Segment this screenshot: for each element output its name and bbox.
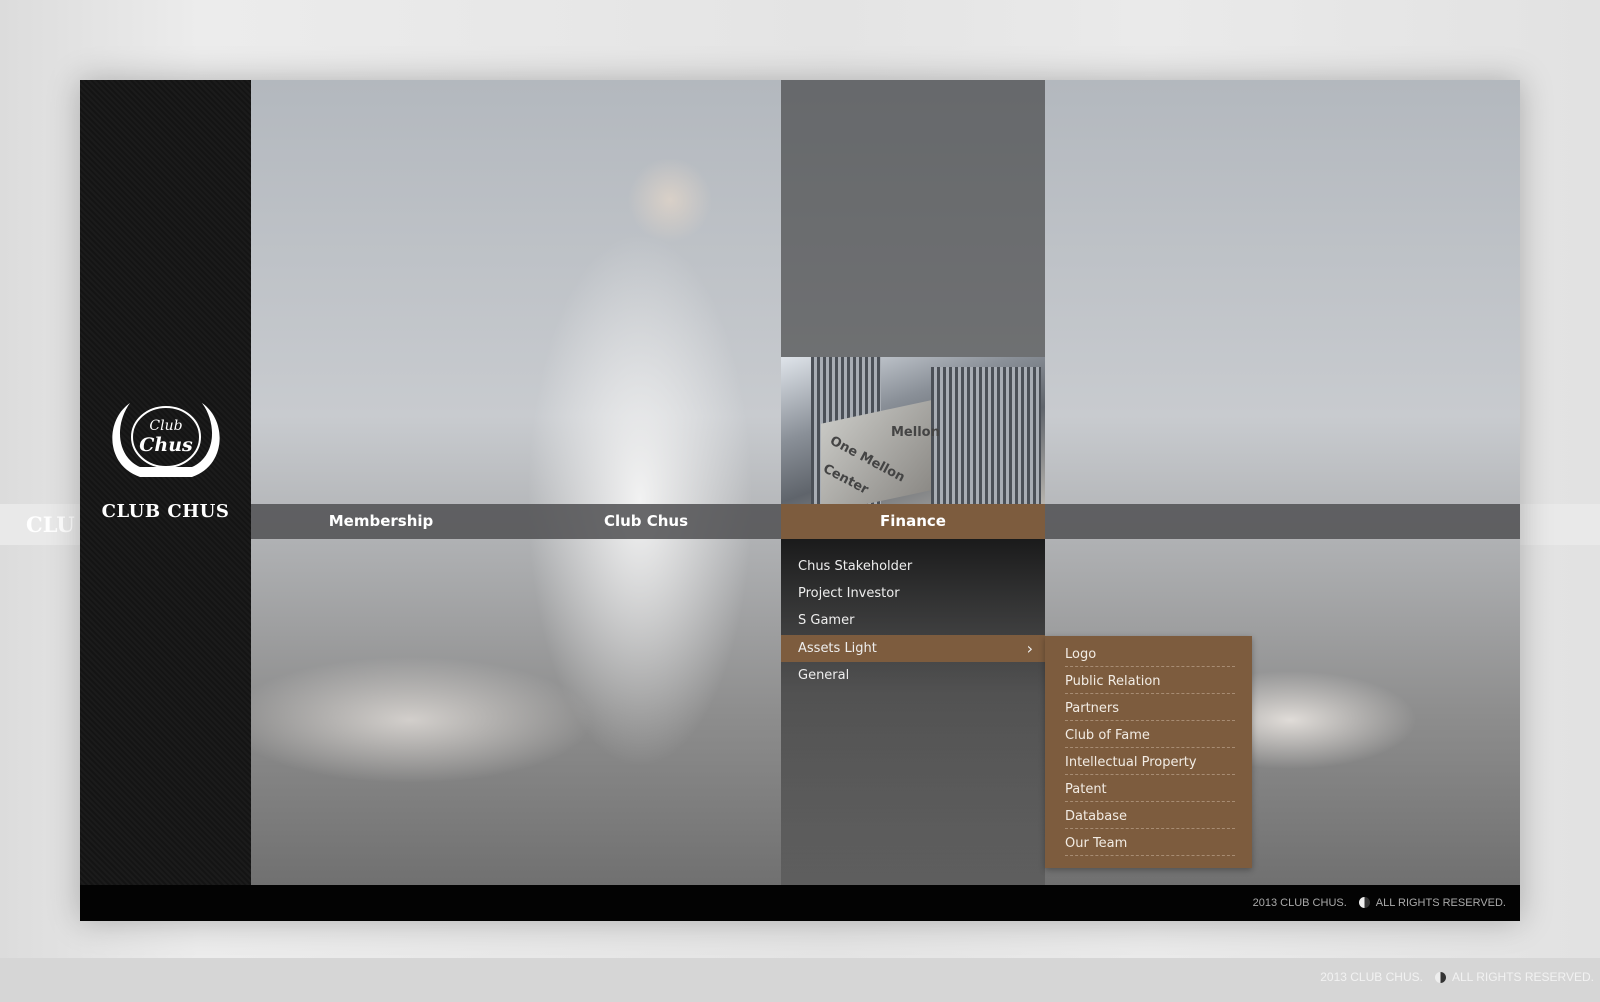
building-plaque-text: Mellon — [891, 425, 940, 440]
ghost-footer-right: ALL RIGHTS RESERVED. — [1451, 970, 1594, 984]
menu-item-s-gamer[interactable]: S Gamer — [781, 607, 1045, 634]
menu-item-label: Assets Light — [798, 641, 877, 656]
submenu-item-database[interactable]: Database — [1065, 802, 1235, 829]
menu-item-project-investor[interactable]: Project Investor — [781, 580, 1045, 607]
footer-rights: ALL RIGHTS RESERVED. — [1375, 897, 1506, 909]
submenu-item-public-relation[interactable]: Public Relation — [1065, 667, 1235, 694]
menu-item-chus-stakeholder[interactable]: Chus Stakeholder — [781, 553, 1045, 580]
background-brand-ghost: CLU — [26, 512, 75, 537]
finance-column-overlay — [781, 80, 1045, 357]
brand-name[interactable]: CLUB CHUS — [80, 501, 251, 522]
nav-membership[interactable]: Membership — [251, 504, 511, 539]
menu-item-general[interactable]: General — [781, 662, 1045, 689]
yin-yang-icon — [1358, 897, 1370, 908]
sidebar: Club Chus CLUB CHUS — [80, 80, 251, 885]
footer: 2013 CLUB CHUS. ALL RIGHTS RESERVED. — [80, 885, 1520, 921]
finance-building-image: Mellon One Mellon Center — [781, 357, 1045, 504]
svg-text:Chus: Chus — [139, 434, 193, 456]
nav-club-chus[interactable]: Club Chus — [511, 504, 781, 539]
menu-item-assets-light[interactable]: Assets Light › — [781, 635, 1045, 662]
submenu-item-our-team[interactable]: Our Team — [1065, 829, 1235, 856]
svg-text:Club: Club — [149, 418, 182, 434]
finance-dropdown: Chus Stakeholder Project Investor S Game… — [781, 539, 1045, 885]
footer-copyright: 2013 CLUB CHUS. — [1252, 897, 1347, 909]
ghost-footer-left: 2013 CLUB CHUS. — [1320, 970, 1423, 984]
yin-yang-icon — [1434, 972, 1446, 983]
site-window: Mellon One Mellon Center Club Chus CLUB … — [80, 80, 1520, 921]
submenu-item-club-of-fame[interactable]: Club of Fame — [1065, 721, 1235, 748]
chevron-right-icon: › — [1026, 639, 1033, 658]
submenu-item-patent[interactable]: Patent — [1065, 775, 1235, 802]
nav-finance[interactable]: Finance — [781, 504, 1045, 539]
club-chus-logo[interactable]: Club Chus — [100, 395, 232, 485]
submenu-item-intellectual-property[interactable]: Intellectual Property — [1065, 748, 1235, 775]
submenu-item-logo[interactable]: Logo — [1065, 640, 1235, 667]
submenu-item-partners[interactable]: Partners — [1065, 694, 1235, 721]
background-footer-ghost: 2013 CLUB CHUS. ALL RIGHTS RESERVED. — [0, 958, 1600, 1002]
assets-light-submenu: Logo Public Relation Partners Club of Fa… — [1045, 636, 1252, 868]
